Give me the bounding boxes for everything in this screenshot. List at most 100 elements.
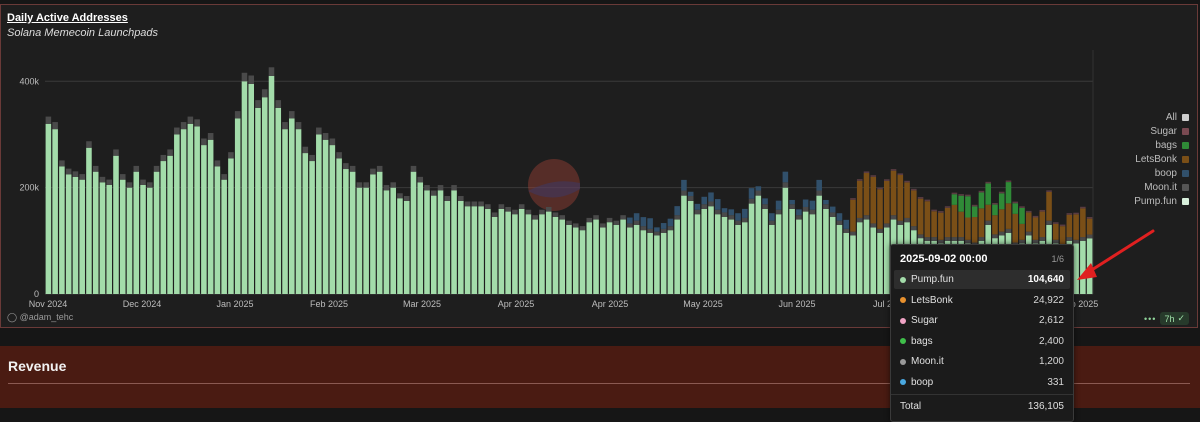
bar-moon-it[interactable] xyxy=(1080,237,1086,241)
bar-moon-it[interactable] xyxy=(302,146,309,154)
bar-pump-fun[interactable] xyxy=(755,195,762,294)
bar-bags[interactable] xyxy=(971,206,978,218)
bar-moon-it[interactable] xyxy=(147,182,153,188)
bar-moon-it[interactable] xyxy=(491,212,498,217)
bar-pump-fun[interactable] xyxy=(126,187,133,294)
bar-pump-fun[interactable] xyxy=(282,129,288,294)
bar-letsbonk[interactable] xyxy=(1059,226,1066,246)
bar-letsbonk[interactable] xyxy=(877,189,883,229)
legend-item-boop[interactable]: boop xyxy=(1155,168,1189,179)
bar-moon-it[interactable] xyxy=(735,220,741,225)
bar-pump-fun[interactable] xyxy=(72,177,79,294)
bar-letsbonk[interactable] xyxy=(897,175,904,221)
bar-moon-it[interactable] xyxy=(904,217,910,223)
bar-moon-it[interactable] xyxy=(390,182,396,188)
bar-moon-it[interactable] xyxy=(829,212,836,217)
bar-moon-it[interactable] xyxy=(539,209,545,215)
bar-pump-fun[interactable] xyxy=(667,230,674,294)
bar-pump-fun[interactable] xyxy=(714,214,721,294)
bar-moon-it[interactable] xyxy=(579,226,586,231)
bar-moon-it[interactable] xyxy=(1039,237,1046,241)
bar-moon-it[interactable] xyxy=(1053,239,1059,244)
bar-bags[interactable] xyxy=(1012,203,1019,214)
bar-moon-it[interactable] xyxy=(505,206,511,212)
bar-pump-fun[interactable] xyxy=(113,155,119,294)
bar-boop[interactable] xyxy=(714,199,721,210)
bar-pump-fun[interactable] xyxy=(99,182,106,294)
bar-moon-it[interactable] xyxy=(160,154,167,162)
bar-moon-it[interactable] xyxy=(566,220,572,225)
bar-moon-it[interactable] xyxy=(863,215,870,220)
bar-moon-it[interactable] xyxy=(207,133,214,140)
bar-moon-it[interactable] xyxy=(86,141,92,148)
bar-moon-it[interactable] xyxy=(938,239,944,244)
bar-moon-it[interactable] xyxy=(640,226,647,231)
bar-moon-it[interactable] xyxy=(681,190,687,196)
bar-pump-fun[interactable] xyxy=(309,161,315,294)
bar-moon-it[interactable] xyxy=(187,116,194,124)
bar-moon-it[interactable] xyxy=(119,174,126,180)
bar-pump-fun[interactable] xyxy=(444,200,451,294)
bar-pump-fun[interactable] xyxy=(1080,240,1086,294)
bar-moon-it[interactable] xyxy=(282,122,288,130)
bar-moon-it[interactable] xyxy=(228,152,234,159)
bar-pump-fun[interactable] xyxy=(410,171,417,294)
bar-letsbonk[interactable] xyxy=(924,201,931,238)
bar-moon-it[interactable] xyxy=(512,209,518,215)
refresh-badge[interactable]: ••• 7h ✓ xyxy=(1144,312,1189,325)
bar-bags[interactable] xyxy=(1019,207,1025,224)
bar-moon-it[interactable] xyxy=(748,198,755,204)
bar-pump-fun[interactable] xyxy=(147,187,153,294)
bar-pump-fun[interactable] xyxy=(877,232,883,294)
bar-pump-fun[interactable] xyxy=(640,230,647,294)
bar-boop[interactable] xyxy=(843,219,849,229)
bar-boop[interactable] xyxy=(782,171,789,183)
bar-sugar[interactable] xyxy=(944,206,951,208)
bar-moon-it[interactable] xyxy=(572,223,579,228)
bar-moon-it[interactable] xyxy=(295,122,302,130)
bar-letsbonk[interactable] xyxy=(917,198,924,235)
bar-bags[interactable] xyxy=(958,195,964,212)
bar-sugar[interactable] xyxy=(863,171,870,174)
bar-pump-fun[interactable] xyxy=(863,219,870,294)
bar-pump-fun[interactable] xyxy=(59,166,65,294)
bar-moon-it[interactable] xyxy=(998,231,1005,236)
bar-pump-fun[interactable] xyxy=(86,147,92,294)
bar-moon-it[interactable] xyxy=(518,204,525,209)
bar-letsbonk[interactable] xyxy=(978,208,985,238)
bar-moon-it[interactable] xyxy=(687,196,694,201)
bar-sugar[interactable] xyxy=(897,173,904,176)
bar-sugar[interactable] xyxy=(870,175,877,177)
bar-pump-fun[interactable] xyxy=(775,214,782,294)
bar-pump-fun[interactable] xyxy=(376,171,383,294)
bar-moon-it[interactable] xyxy=(559,215,566,220)
legend-item-bags[interactable]: bags xyxy=(1155,140,1189,151)
bar-pump-fun[interactable] xyxy=(417,182,424,294)
bar-moon-it[interactable] xyxy=(485,204,491,209)
bar-boop[interactable] xyxy=(775,200,782,210)
bar-letsbonk[interactable] xyxy=(904,182,910,218)
bar-sugar[interactable] xyxy=(1039,209,1046,212)
bar-letsbonk[interactable] xyxy=(1039,211,1046,238)
bar-boop[interactable] xyxy=(708,192,714,202)
bar-pump-fun[interactable] xyxy=(248,83,254,295)
bar-letsbonk[interactable] xyxy=(911,190,917,227)
bar-pump-fun[interactable] xyxy=(133,171,140,294)
bar-sugar[interactable] xyxy=(1019,206,1025,208)
bar-moon-it[interactable] xyxy=(613,220,620,225)
bar-pump-fun[interactable] xyxy=(302,153,309,294)
bar-pump-fun[interactable] xyxy=(167,155,173,294)
bar-moon-it[interactable] xyxy=(424,185,430,191)
bar-pump-fun[interactable] xyxy=(586,222,593,294)
bar-moon-it[interactable] xyxy=(545,206,552,212)
bar-pump-fun[interactable] xyxy=(850,235,856,295)
bar-pump-fun[interactable] xyxy=(451,190,457,294)
bar-pump-fun[interactable] xyxy=(687,200,694,294)
bar-moon-it[interactable] xyxy=(850,231,856,236)
bar-pump-fun[interactable] xyxy=(268,75,275,294)
bar-boop[interactable] xyxy=(748,188,755,199)
bar-boop[interactable] xyxy=(660,223,667,229)
bar-moon-it[interactable] xyxy=(133,165,140,172)
bar-sugar[interactable] xyxy=(1059,224,1066,227)
bar-moon-it[interactable] xyxy=(552,212,559,217)
